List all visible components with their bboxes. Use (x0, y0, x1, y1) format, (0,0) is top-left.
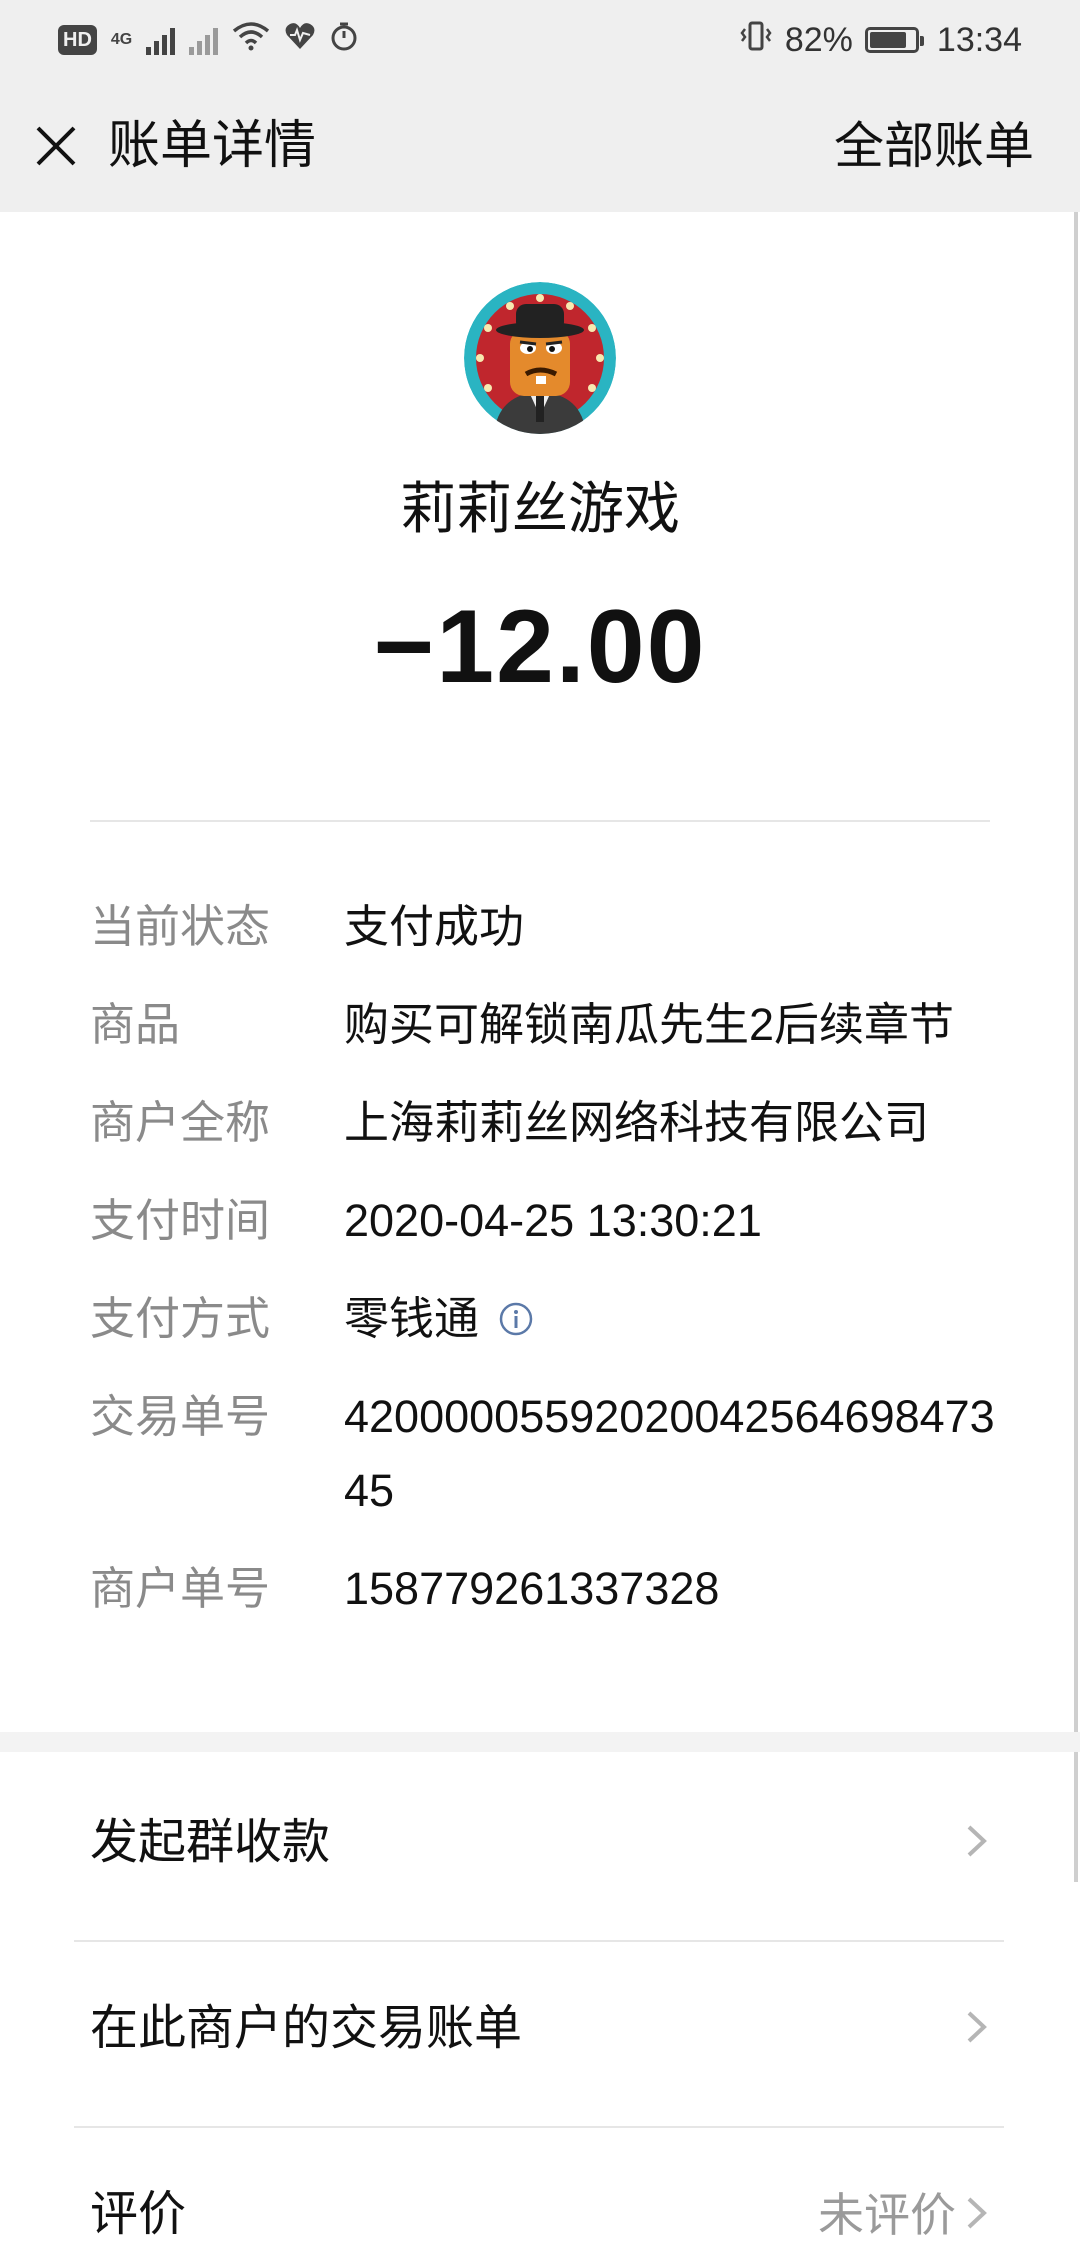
signal-icon (146, 25, 176, 55)
detail-label: 当前状态 (90, 901, 271, 952)
detail-value: 上海莉莉丝网络科技有限公司 (344, 1097, 930, 1148)
status-bar-left: HD 4G (58, 20, 358, 60)
merchant-avatar (464, 282, 616, 434)
detail-value: 购买可解锁南瓜先生2后续章节 (344, 999, 955, 1050)
merchant-transactions-button[interactable]: 在此商户的交易账单 (90, 1938, 990, 2122)
chevron-right-icon (964, 1821, 990, 1866)
page-title: 账单详情 (108, 117, 317, 175)
all-bills-link[interactable]: 全部账单 (834, 116, 1034, 176)
health-icon (284, 21, 316, 60)
review-button[interactable]: 评价 未评价 (90, 2124, 990, 2244)
detail-row-merchant-fullname: 商户全称 上海莉莉丝网络科技有限公司 (90, 1086, 1000, 1160)
wifi-icon (232, 21, 270, 60)
nav-header: 账单详情 全部账单 (0, 80, 1080, 212)
detail-value: 158779261337328 (344, 1563, 720, 1614)
scrollbar[interactable] (1074, 212, 1078, 1882)
detail-value: 支付成功 (344, 901, 525, 952)
detail-label: 商品 (90, 999, 181, 1050)
merchant-name: 莉莉丝游戏 (400, 477, 680, 540)
detail-label: 支付方式 (90, 1293, 271, 1344)
detail-label: 支付时间 (90, 1195, 271, 1246)
detail-label: 商户全称 (90, 1097, 271, 1148)
group-collection-button[interactable]: 发起群收款 (90, 1752, 990, 1936)
section-divider (90, 820, 990, 822)
detail-row-product: 商品 购买可解锁南瓜先生2后续章节 (90, 988, 1000, 1062)
detail-value-container: 零钱通 (344, 1282, 1000, 1356)
action-label: 在此商户的交易账单 (90, 2002, 523, 2055)
detail-row-payment-time: 支付时间 2020-04-25 13:30:21 (90, 1184, 1000, 1258)
status-bar-right: 82% 13:34 (739, 18, 1022, 62)
detail-row-payment-method: 支付方式 零钱通 (90, 1282, 1000, 1356)
action-label: 发起群收款 (90, 1816, 331, 1869)
status-bar: HD 4G 82% 13:34 (0, 0, 1080, 80)
hd-badge: HD (58, 25, 97, 55)
battery-level (869, 32, 906, 48)
detail-label: 交易单号 (90, 1391, 271, 1442)
detail-row-transaction-id: 交易单号 42000005592020042564698473 45 (90, 1380, 1000, 1528)
battery-percent: 82% (784, 20, 853, 59)
clock-time: 13:34 (936, 20, 1022, 59)
action-label: 评价 (90, 2188, 187, 2241)
detail-label: 商户单号 (90, 1563, 271, 1614)
info-icon[interactable] (498, 1301, 534, 1337)
vibrate-icon (739, 19, 773, 62)
battery-icon (864, 27, 924, 53)
chevron-right-icon (964, 2007, 990, 2052)
close-button[interactable] (28, 118, 84, 174)
network-type: 4G (110, 31, 133, 48)
signal-secondary-icon (189, 25, 219, 55)
chevron-right-icon (964, 2193, 990, 2238)
close-icon (36, 126, 76, 166)
detail-value: 42000005592020042564698473 45 (344, 1391, 995, 1516)
detail-row-status: 当前状态 支付成功 (90, 890, 1000, 964)
timer-icon (330, 21, 358, 60)
review-status: 未评价 (818, 2189, 956, 2241)
detail-value: 2020-04-25 13:30:21 (344, 1195, 762, 1246)
payment-amount: −12.00 (373, 589, 707, 705)
section-gap (0, 1732, 1080, 1752)
detail-row-merchant-order-id: 商户单号 158779261337328 (90, 1552, 1000, 1626)
detail-value: 零钱通 (344, 1293, 480, 1344)
bill-details: 当前状态 支付成功 商品 购买可解锁南瓜先生2后续章节 商户全称 上海莉莉丝网络… (90, 890, 1000, 1650)
